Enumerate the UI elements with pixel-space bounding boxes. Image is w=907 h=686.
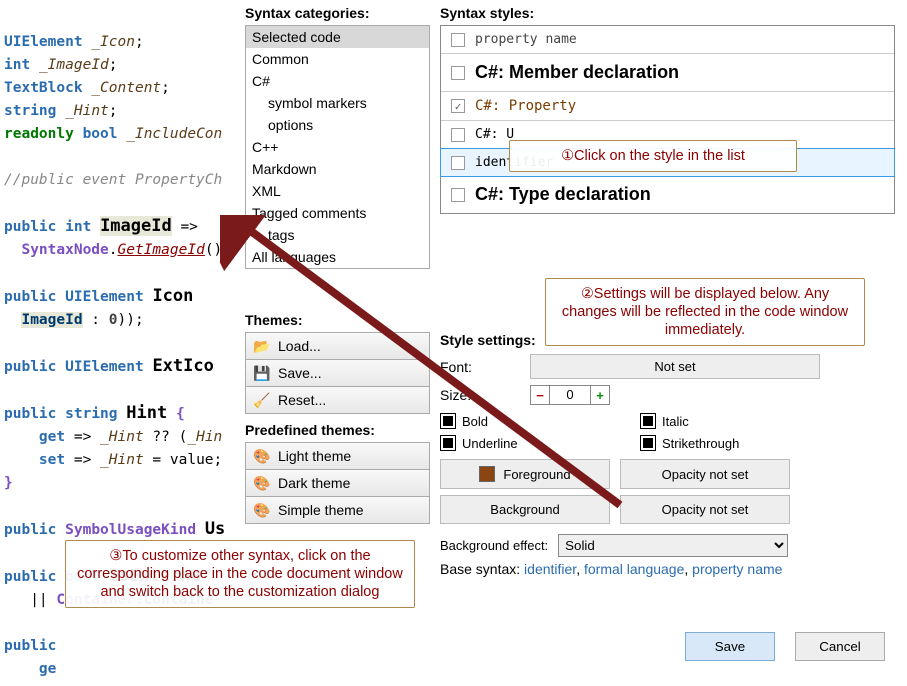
base-syntax-link[interactable]: formal language xyxy=(584,561,684,577)
syntax-categories-label: Syntax categories: xyxy=(245,5,430,21)
button-label: Reset... xyxy=(278,392,326,408)
light-theme-button[interactable]: 🎨 Light theme xyxy=(245,442,430,470)
base-syntax-link[interactable]: property name xyxy=(692,561,782,577)
save-button[interactable]: Save xyxy=(685,632,775,661)
button-label: Simple theme xyxy=(278,502,364,518)
syntax-styles-list[interactable]: property name C#: Member declaration C#:… xyxy=(440,25,895,214)
button-label: Save... xyxy=(278,365,322,381)
themes-panel: Themes: 📂 Load... 💾 Save... 🧹 Reset... P… xyxy=(245,312,430,524)
minus-icon[interactable]: − xyxy=(530,385,550,405)
category-item[interactable]: All languages xyxy=(246,246,429,268)
load-theme-button[interactable]: 📂 Load... xyxy=(245,332,430,360)
style-row-label: C#: Type declaration xyxy=(475,184,651,205)
checkbox[interactable] xyxy=(451,188,465,202)
category-item[interactable]: Common xyxy=(246,48,429,70)
font-label: Font: xyxy=(440,359,520,375)
checkbox[interactable] xyxy=(451,128,465,142)
reset-theme-button[interactable]: 🧹 Reset... xyxy=(245,387,430,414)
reset-icon: 🧹 xyxy=(254,392,270,408)
folder-open-icon: 📂 xyxy=(254,338,270,354)
themes-label: Themes: xyxy=(245,312,430,328)
category-item[interactable]: C# xyxy=(246,70,429,92)
font-picker[interactable]: Not set xyxy=(530,354,820,379)
category-item[interactable]: XML xyxy=(246,180,429,202)
cancel-button[interactable]: Cancel xyxy=(795,632,885,661)
base-syntax-label: Base syntax: xyxy=(440,561,520,577)
style-row-label: C#: U xyxy=(475,127,514,142)
style-row[interactable]: property name xyxy=(441,26,894,54)
annotation-1: ①Click on the style in the list xyxy=(509,140,797,172)
button-label: Load... xyxy=(278,338,321,354)
size-label: Size: xyxy=(440,387,520,403)
color-swatch xyxy=(479,466,495,482)
size-value[interactable]: 0 xyxy=(550,385,590,405)
checkbox-label: Strikethrough xyxy=(662,436,739,451)
style-row-label: C#: Member declaration xyxy=(475,62,679,83)
size-spinner[interactable]: − 0 + xyxy=(530,385,610,405)
category-item[interactable]: tags xyxy=(246,224,429,246)
palette-icon: 🎨 xyxy=(254,502,270,518)
style-row-label: property name xyxy=(475,32,577,47)
button-label: Light theme xyxy=(278,448,351,464)
checkbox-label: Underline xyxy=(462,436,518,451)
bg-effect-select[interactable]: Solid xyxy=(558,534,788,557)
predefined-themes-label: Predefined themes: xyxy=(245,422,430,438)
syntax-styles-label: Syntax styles: xyxy=(440,5,895,21)
syntax-categories-panel: Syntax categories: Selected code Common … xyxy=(245,5,430,269)
button-label: Foreground xyxy=(503,467,570,482)
checkbox-label: Bold xyxy=(462,414,488,429)
syntax-categories-list[interactable]: Selected code Common C# symbol markers o… xyxy=(245,25,430,269)
category-item[interactable]: symbol markers xyxy=(246,92,429,114)
category-item[interactable]: C++ xyxy=(246,136,429,158)
style-row[interactable]: C#: Type declaration xyxy=(441,176,894,213)
checkbox[interactable] xyxy=(451,99,465,113)
annotation-3: ③To customize other syntax, click on the… xyxy=(65,540,415,608)
annotation-2: ②Settings will be displayed below. Any c… xyxy=(545,278,865,346)
category-item[interactable]: options xyxy=(246,114,429,136)
syntax-styles-panel: Syntax styles: property name C#: Member … xyxy=(440,5,895,214)
style-row[interactable]: C#: Member declaration xyxy=(441,54,894,92)
foreground-button[interactable]: Foreground xyxy=(440,459,610,489)
save-theme-button[interactable]: 💾 Save... xyxy=(245,360,430,387)
dark-theme-button[interactable]: 🎨 Dark theme xyxy=(245,470,430,497)
checkbox-label: Italic xyxy=(662,414,689,429)
simple-theme-button[interactable]: 🎨 Simple theme xyxy=(245,497,430,524)
bold-checkbox[interactable]: Bold xyxy=(440,413,620,429)
plus-icon[interactable]: + xyxy=(590,385,610,405)
checkbox[interactable] xyxy=(451,33,465,47)
foreground-opacity-button[interactable]: Opacity not set xyxy=(620,459,790,489)
bg-effect-label: Background effect: xyxy=(440,538,548,553)
underline-checkbox[interactable]: Underline xyxy=(440,435,620,451)
style-row[interactable]: C#: Property xyxy=(441,92,894,121)
category-item[interactable]: Tagged comments xyxy=(246,202,429,224)
italic-checkbox[interactable]: Italic xyxy=(640,413,820,429)
category-item[interactable]: Markdown xyxy=(246,158,429,180)
style-settings-panel: Style settings: Font: Not set Size: − 0 … xyxy=(440,332,895,577)
palette-icon: 🎨 xyxy=(254,475,270,491)
checkbox[interactable] xyxy=(451,66,465,80)
style-row-label: C#: Property xyxy=(475,98,576,114)
strikethrough-checkbox[interactable]: Strikethrough xyxy=(640,435,820,451)
button-label: Dark theme xyxy=(278,475,350,491)
checkbox[interactable] xyxy=(451,156,465,170)
save-icon: 💾 xyxy=(254,365,270,381)
base-syntax-link[interactable]: identifier xyxy=(524,561,576,577)
background-opacity-button[interactable]: Opacity not set xyxy=(620,495,790,524)
category-item[interactable]: Selected code xyxy=(246,26,429,48)
base-syntax-row: Base syntax: identifier, formal language… xyxy=(440,561,895,577)
background-button[interactable]: Background xyxy=(440,495,610,524)
palette-icon: 🎨 xyxy=(254,448,270,464)
